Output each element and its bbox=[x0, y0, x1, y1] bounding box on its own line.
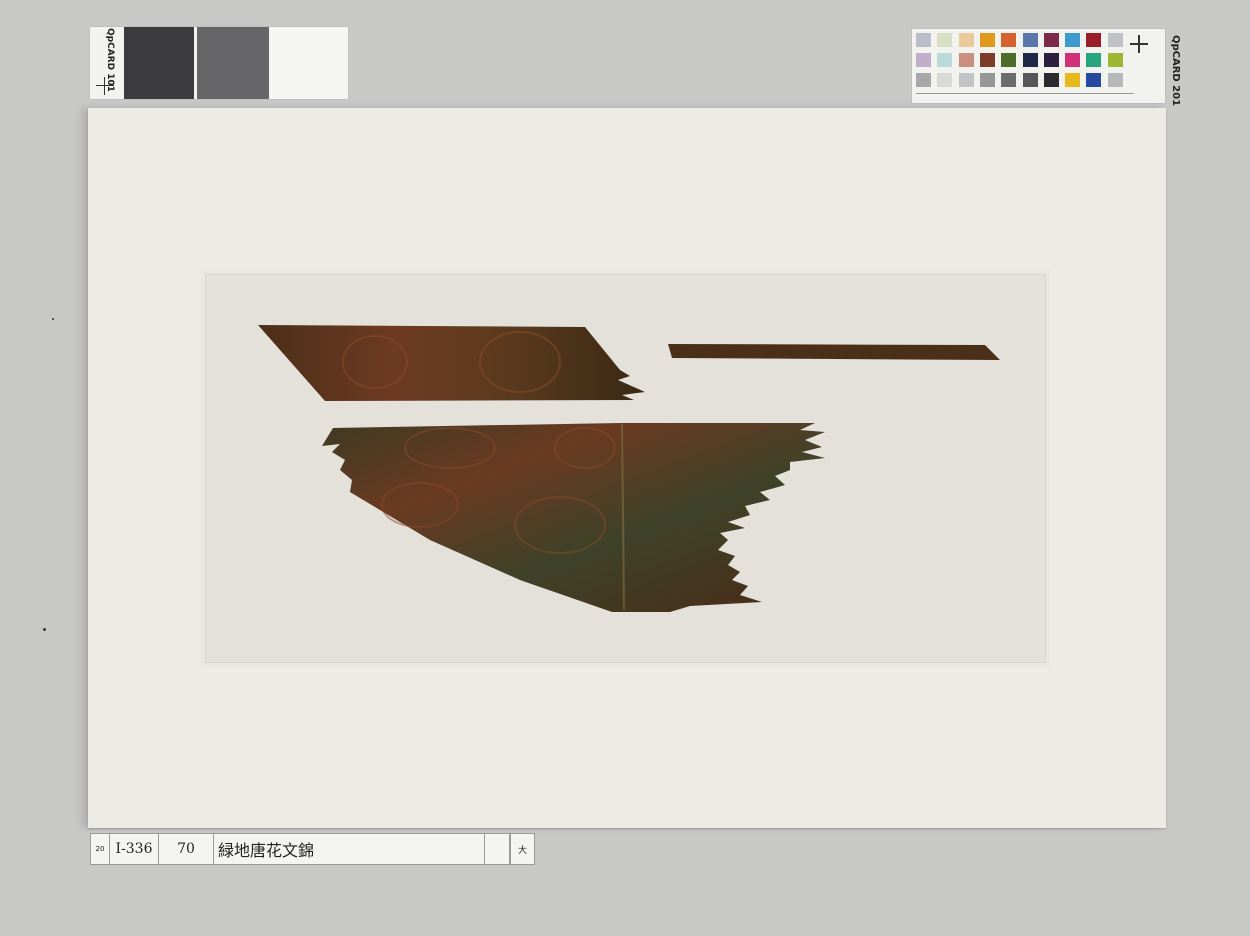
background-speck bbox=[52, 318, 54, 320]
label-cell-title: 緑地唐花文錦 bbox=[213, 833, 485, 865]
fragment-upper-left bbox=[258, 325, 645, 401]
textile-fragments bbox=[258, 325, 1000, 612]
catalog-label: 20 I-336 70 緑地唐花文錦 大 bbox=[90, 833, 535, 867]
label-cell-blank bbox=[484, 833, 510, 865]
fragment-upper-right-strip bbox=[668, 344, 1000, 360]
label-cell-inventory: I-336 bbox=[109, 833, 159, 865]
label-cell-count: 70 bbox=[158, 833, 214, 865]
label-cell-size: 大 bbox=[510, 833, 535, 865]
fragment-lower-large bbox=[322, 423, 825, 612]
label-cell-number: 20 bbox=[90, 833, 110, 865]
background-speck bbox=[43, 628, 46, 631]
